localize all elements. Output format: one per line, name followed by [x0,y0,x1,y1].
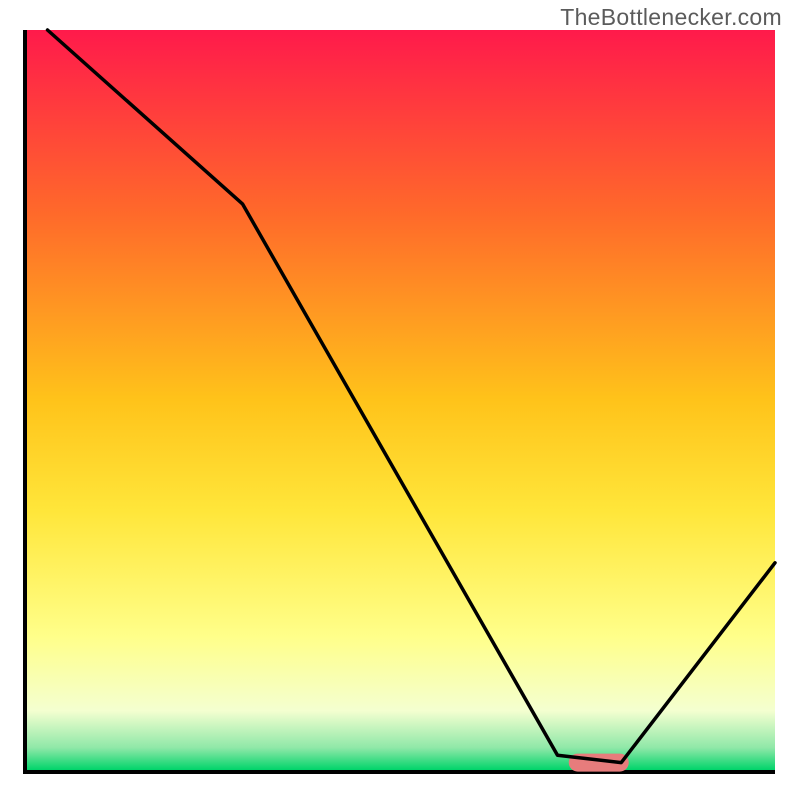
bottleneck-chart [0,0,800,800]
plot-background [25,30,775,770]
chart-container: TheBottlenecker.com [0,0,800,800]
